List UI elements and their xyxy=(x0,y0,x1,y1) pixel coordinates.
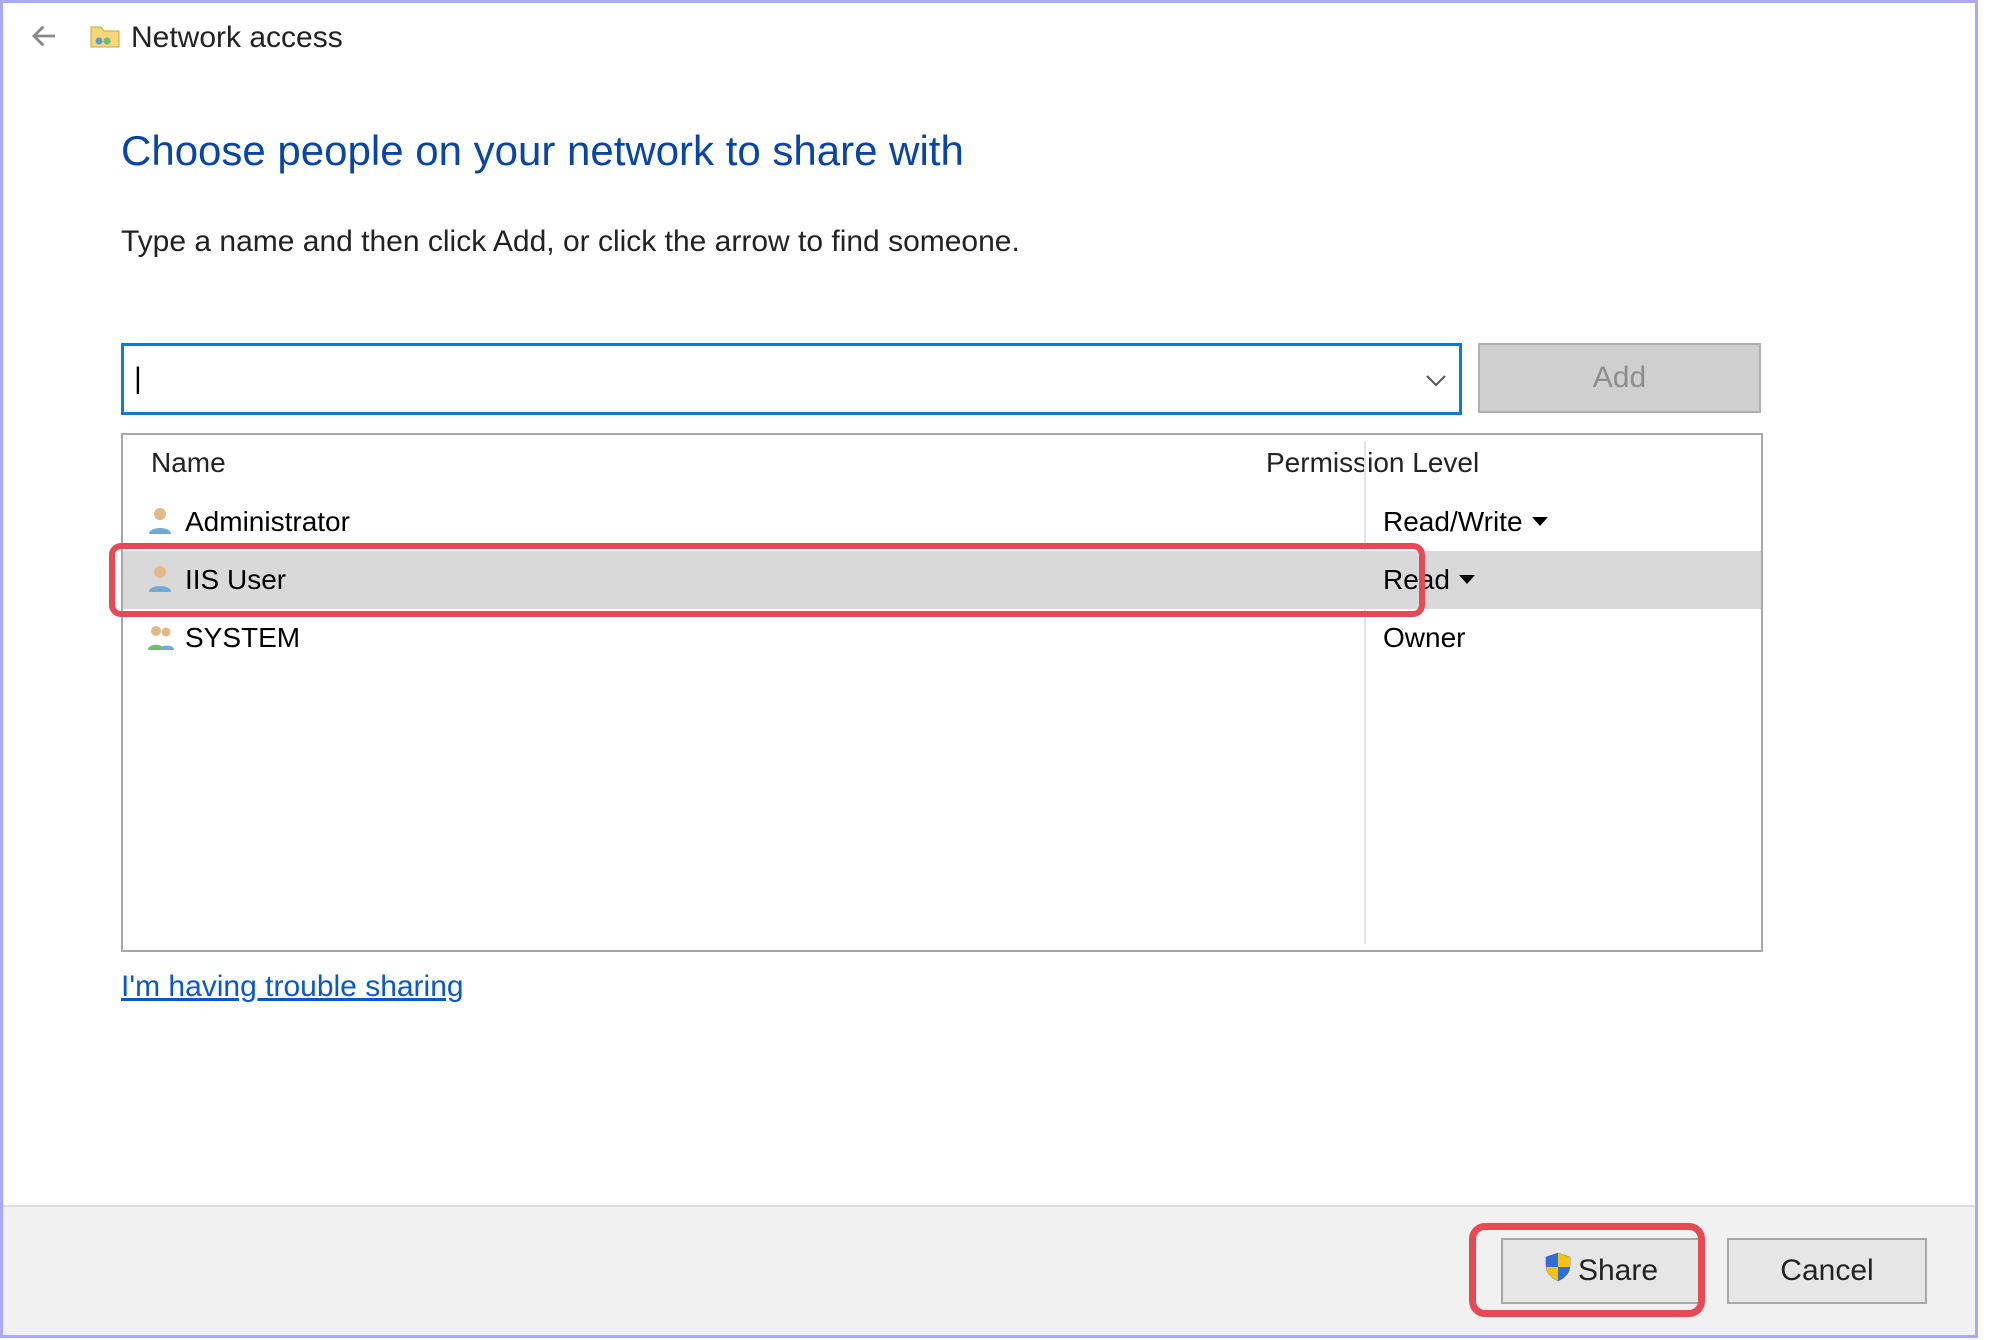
add-button: Add xyxy=(1478,343,1761,413)
list-row-system[interactable]: SYSTEM Owner xyxy=(123,609,1761,667)
permission-label: Read/Write xyxy=(1383,506,1523,538)
row-name: Administrator xyxy=(185,506,1383,538)
chevron-down-icon xyxy=(1458,574,1476,586)
share-button[interactable]: Share xyxy=(1501,1238,1701,1304)
cancel-button-label: Cancel xyxy=(1780,1254,1873,1288)
permission-dropdown[interactable]: Read xyxy=(1383,564,1476,596)
chevron-down-icon[interactable] xyxy=(1425,362,1447,396)
page-heading: Choose people on your network to share w… xyxy=(121,127,1857,175)
column-header-permission[interactable]: Permission Level xyxy=(1256,447,1761,479)
trouble-sharing-link[interactable]: I'm having trouble sharing xyxy=(121,970,464,1004)
name-input-value: | xyxy=(134,362,1425,396)
permission-dropdown[interactable]: Read/Write xyxy=(1383,506,1549,538)
add-button-label: Add xyxy=(1593,361,1646,395)
shield-icon xyxy=(1544,1252,1578,1290)
name-combobox[interactable]: | xyxy=(121,343,1462,415)
window-title: Network access xyxy=(131,21,343,55)
list-row-iis-user[interactable]: IIS User Read xyxy=(123,551,1761,609)
permission-label-static: Owner xyxy=(1383,622,1465,654)
dialog-header: Network access xyxy=(3,3,1975,55)
column-header-name[interactable]: Name xyxy=(123,447,1256,479)
dialog-footer: Share Cancel xyxy=(3,1205,1975,1335)
network-access-dialog: Network access Choose people on your net… xyxy=(0,0,1978,1338)
user-icon xyxy=(145,504,185,541)
chevron-down-icon xyxy=(1531,516,1549,528)
back-icon[interactable] xyxy=(27,22,55,55)
folder-people-icon xyxy=(89,22,121,55)
user-icon xyxy=(145,562,185,599)
users-icon xyxy=(145,620,185,657)
row-name: SYSTEM xyxy=(185,622,1383,654)
permission-label: Read xyxy=(1383,564,1450,596)
share-button-label: Share xyxy=(1578,1254,1658,1288)
user-list: Name Permission Level Administrator Read… xyxy=(121,433,1763,952)
permission-label: Owner xyxy=(1383,622,1465,654)
list-rows: Administrator Read/Write IIS User Read xyxy=(123,493,1761,667)
list-header: Name Permission Level xyxy=(123,435,1761,493)
dialog-content: Choose people on your network to share w… xyxy=(3,55,1975,1004)
instruction-text: Type a name and then click Add, or click… xyxy=(121,225,1857,259)
row-name: IIS User xyxy=(185,564,1383,596)
cancel-button[interactable]: Cancel xyxy=(1727,1238,1927,1304)
list-row-administrator[interactable]: Administrator Read/Write xyxy=(123,493,1761,551)
add-user-row: | Add xyxy=(121,343,1857,415)
